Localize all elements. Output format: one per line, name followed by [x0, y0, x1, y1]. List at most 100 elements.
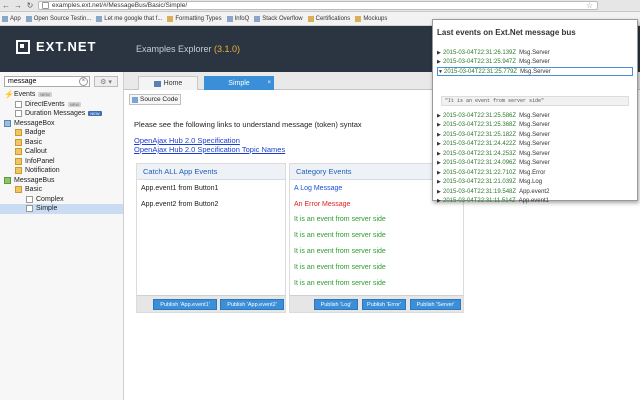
tab-home[interactable]: Home: [138, 76, 198, 90]
tree-item[interactable]: InfoPanel: [0, 157, 123, 167]
event-row[interactable]: ▶ 2015-03-04T22:31:25.368Z Msg.Server: [437, 121, 633, 130]
settings-button[interactable]: ⚙ ▾: [94, 76, 118, 87]
tree-item-label: Badge: [25, 129, 46, 137]
logo[interactable]: EXT.NET: [16, 39, 96, 54]
folder-icon: [15, 148, 22, 156]
topic-names-link[interactable]: OpenAjax Hub 2.0 Specification Topic Nam…: [134, 145, 285, 154]
category-event-line: A Log Message: [294, 185, 343, 192]
popup-title: Last events on Ext.Net message bus: [437, 28, 576, 37]
tree-item[interactable]: Badge: [0, 128, 123, 138]
tree-item[interactable]: Notification: [0, 166, 123, 176]
star-icon[interactable]: ☆: [586, 1, 593, 10]
event-row[interactable]: ▶ 2015-03-04T22:31:25.586Z Msg.Server: [437, 111, 633, 120]
apps-icon: [2, 15, 8, 22]
tree-item[interactable]: ⚡ Events NEW: [0, 90, 123, 100]
event-time: 2015-03-04T22:31:25.586Z: [443, 112, 517, 119]
tree-item-label: Complex: [36, 195, 64, 203]
event-row[interactable]: ▶ 2015-03-04T22:31:25.947Z Msg.Server: [437, 58, 633, 67]
close-icon[interactable]: ×: [267, 80, 271, 86]
tree-item[interactable]: Complex: [0, 195, 123, 205]
intro-text: Please see the following links to unders…: [134, 120, 362, 129]
source-code-button[interactable]: Source Code: [129, 94, 181, 105]
event-time: 2015-03-04T22:31:26.139Z: [443, 49, 517, 56]
tree-item-label: Events: [14, 91, 36, 99]
event-row[interactable]: ▼ 2015-03-04T22:31:25.779Z Msg.Server: [437, 67, 633, 76]
tree-item[interactable]: MessageBus: [0, 176, 123, 186]
gear-icon: ⚙: [100, 78, 107, 86]
event-detail: "It is an event from server side": [441, 96, 629, 106]
event-time: 2015-03-04T22:31:11.514Z: [443, 198, 516, 204]
bookmark-icon: [254, 15, 261, 22]
code-icon: [132, 96, 139, 103]
bookmark-item[interactable]: Stack Overflow: [254, 15, 303, 22]
reload-icon[interactable]: ↻: [24, 0, 36, 12]
bookmark-item[interactable]: Certifications: [307, 15, 350, 22]
search-input[interactable]: [8, 78, 76, 85]
back-icon[interactable]: ←: [0, 0, 12, 12]
tree-item[interactable]: Callout: [0, 147, 123, 157]
tree-item[interactable]: Duration Messages NEW: [0, 109, 123, 119]
event-row[interactable]: ▶ 2015-03-04T22:31:22.710Z Msg.Error: [437, 168, 633, 177]
event-time: 2015-03-04T22:31:25.368Z: [443, 122, 517, 128]
event-row[interactable]: ▶ 2015-03-04T22:31:21.039Z Msg.Log: [437, 178, 633, 187]
bookmark-item[interactable]: InfoQ: [226, 15, 249, 22]
event-row[interactable]: ▶ 2015-03-04T22:31:26.139Z Msg.Server: [437, 48, 633, 57]
bookmark-item[interactable]: Let me google that f...: [96, 15, 162, 22]
folder-icon: [15, 129, 22, 137]
tree-item-label: Callout: [25, 148, 47, 156]
event-time: 2015-03-04T22:31:22.710Z: [443, 169, 517, 176]
address-bar[interactable]: examples.ext.net/#/MessageBus/Basic/Simp…: [38, 1, 598, 10]
page-icon: [26, 195, 33, 203]
page-icon: [15, 110, 22, 118]
event-name: Msg.Log: [519, 179, 543, 185]
category-event-line: An Error Message: [294, 201, 351, 208]
folder-icon: [167, 15, 174, 22]
event-row[interactable]: ▶ 2015-03-04T22:31:19.548Z App.event2: [437, 187, 633, 196]
event-row[interactable]: ▶ 2015-03-04T22:31:24.422Z Msg.Server: [437, 140, 633, 149]
event-time: 2015-03-04T22:31:25.947Z: [443, 59, 517, 65]
publish-server-button[interactable]: Publish 'Server': [410, 299, 461, 310]
event-row[interactable]: ▶ 2015-03-04T22:31:24.096Z Msg.Server: [437, 159, 633, 168]
grid-icon: [4, 119, 11, 127]
event-time: 2015-03-04T22:31:24.253Z: [443, 150, 517, 157]
bookmark-item[interactable]: Open Source Testin...: [25, 15, 91, 22]
page-icon: [26, 205, 33, 213]
page-icon: [42, 2, 49, 9]
bookmark-item[interactable]: Formatting Types: [167, 15, 222, 22]
tree-item-label: Basic: [25, 186, 43, 194]
folder-icon: [355, 15, 362, 22]
event-time: 2015-03-04T22:31:24.096Z: [443, 160, 517, 166]
message-bus-popup: Last events on Ext.Net message bus ▶ 2015…: [432, 19, 638, 204]
publish-error-button[interactable]: Publish 'Error': [362, 299, 406, 310]
folder-icon: [15, 186, 22, 194]
event-time: 2015-03-04T22:31:19.548Z: [443, 188, 517, 195]
bookmark-apps[interactable]: App: [2, 15, 21, 22]
tree-item[interactable]: Basic: [0, 185, 123, 195]
event-row[interactable]: ▶ 2015-03-04T22:31:24.253Z Msg.Server: [437, 149, 633, 158]
chevron-down-icon: ▾: [108, 78, 112, 86]
event-row[interactable]: ▶ 2015-03-04T22:31:25.182Z Msg.Server: [437, 130, 633, 139]
spec-link[interactable]: OpenAjax Hub 2.0 Specification: [134, 136, 240, 145]
tree-item[interactable]: Basic: [0, 138, 123, 148]
tree-item[interactable]: Simple: [0, 204, 123, 214]
sidebar: × ⚙▾ ⚡EventsNEWDirectEventsNEWDuration M…: [0, 72, 124, 400]
publish-app-event2-button[interactable]: Publish 'App.event2': [220, 299, 284, 310]
folder-icon: [307, 15, 314, 22]
event-time: 2015-03-04T22:31:25.182Z: [443, 131, 517, 138]
folder-icon: [15, 157, 22, 165]
publish-app-event1-button[interactable]: Publish 'App.event1': [153, 299, 217, 310]
lightning-icon: ⚡: [4, 90, 14, 100]
tree-item[interactable]: DirectEvents NEW: [0, 100, 123, 110]
home-icon: [153, 80, 161, 87]
clear-icon[interactable]: ×: [79, 77, 88, 86]
event-time: 2015-03-04T22:31:25.779Z: [444, 68, 518, 75]
event-name: Msg.Server: [519, 59, 550, 65]
publish-log-button[interactable]: Publish 'Log': [314, 299, 358, 310]
event-name: Msg.Server: [519, 141, 550, 147]
tab-simple[interactable]: Simple ×: [204, 76, 274, 90]
bookmark-item[interactable]: Mockups: [355, 15, 387, 22]
tree-item[interactable]: MessageBox: [0, 119, 123, 129]
tree-item-label: Simple: [36, 205, 58, 213]
forward-icon[interactable]: →: [12, 0, 24, 12]
event-row[interactable]: ▶ 2015-03-04T22:31:11.514Z App.event1: [437, 197, 633, 206]
